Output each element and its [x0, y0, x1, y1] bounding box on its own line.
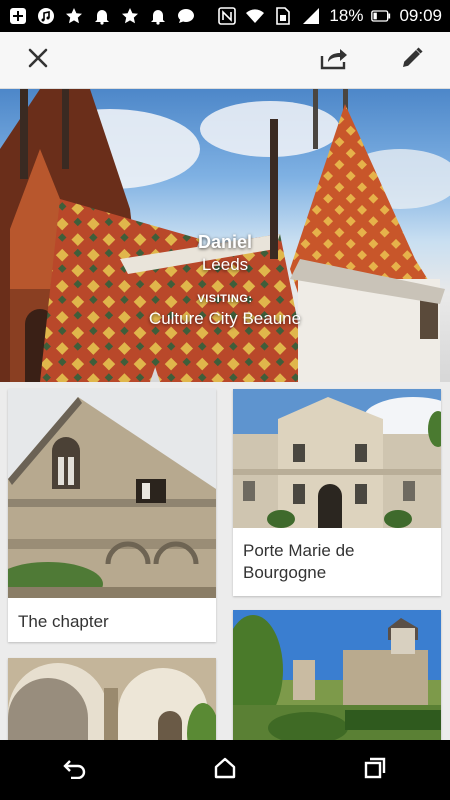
place-image: [233, 610, 441, 740]
star-icon: [64, 6, 84, 26]
add-box-icon: [8, 6, 28, 26]
visiting-destination: Culture City Beaune: [148, 309, 302, 328]
place-card[interactable]: [233, 610, 441, 740]
place-image: [233, 389, 441, 528]
places-grid: The chapter Porte Marie de Bourgogne: [0, 382, 450, 740]
hero-banner: Daniel Leeds VISITING: Culture City Beau…: [0, 89, 450, 382]
close-button[interactable]: [18, 40, 58, 80]
place-card[interactable]: Porte Marie de Bourgogne: [233, 389, 441, 596]
visitor-info: Daniel Leeds VISITING: Culture City Beau…: [0, 232, 450, 329]
battery-icon: [371, 6, 391, 26]
place-image: [8, 658, 216, 740]
back-button[interactable]: [45, 745, 105, 795]
system-nav-bar: [0, 740, 450, 800]
back-icon: [62, 757, 88, 784]
place-title: Porte Marie de Bourgogne: [243, 541, 355, 582]
sim-icon: [273, 6, 293, 26]
notification-icons: [8, 6, 196, 26]
status-right: 18% 09:09: [217, 6, 442, 26]
close-icon: [27, 47, 49, 74]
place-title: The chapter: [18, 612, 109, 631]
nfc-icon: [217, 6, 237, 26]
pencil-icon: [400, 46, 424, 75]
music-icon: [36, 6, 56, 26]
place-card[interactable]: [8, 658, 216, 740]
place-image: [8, 389, 216, 598]
battery-percent: 18%: [329, 6, 364, 25]
place-card[interactable]: The chapter: [8, 389, 216, 642]
home-icon: [213, 756, 237, 785]
signal-icon: [301, 6, 321, 26]
edit-button[interactable]: [392, 40, 432, 80]
star-icon: [120, 6, 140, 26]
share-button[interactable]: [314, 40, 354, 80]
toolbar-actions: [314, 40, 432, 80]
bell-icon: [92, 6, 112, 26]
visiting-label: VISITING:: [197, 293, 253, 305]
home-button[interactable]: [195, 745, 255, 795]
wifi-icon: [245, 6, 265, 26]
visitor-name: Daniel: [197, 232, 253, 252]
toolbar: [0, 32, 450, 89]
status-bar: 18% 09:09: [0, 0, 450, 32]
recents-icon: [363, 756, 387, 785]
share-icon: [320, 46, 348, 75]
visitor-home: Leeds: [201, 255, 249, 274]
recents-button[interactable]: [345, 745, 405, 795]
clock: 09:09: [399, 6, 442, 25]
chat-icon: [176, 6, 196, 26]
bell-icon: [148, 6, 168, 26]
